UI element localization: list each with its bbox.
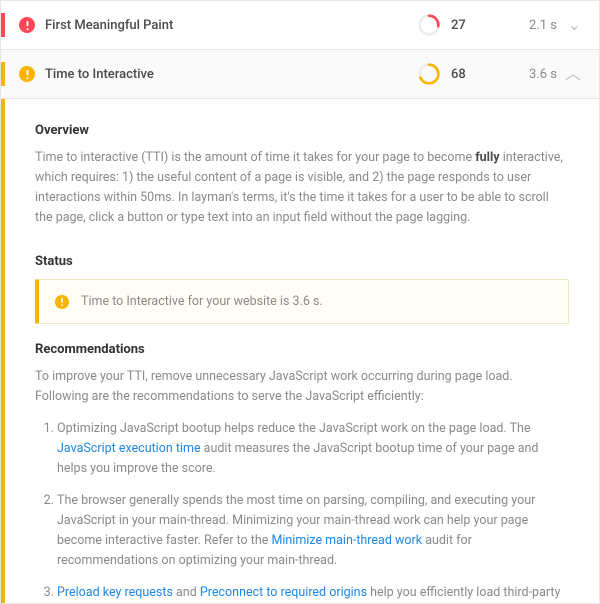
link-preload-key-requests[interactable]: Preload key requests [57, 585, 173, 600]
metric-title: Time to Interactive [45, 67, 417, 82]
severity-stripe [1, 13, 5, 37]
metric-time: 3.6 s [487, 67, 557, 82]
metric-time: 2.1 s [487, 18, 557, 33]
metric-score: 68 [451, 67, 487, 82]
warning-icon [55, 295, 69, 309]
recommendation-item: The browser generally spends the most ti… [57, 491, 569, 571]
metric-row-tti[interactable]: Time to Interactive 68 3.6 s ︿ [1, 50, 599, 99]
recommendations-intro: To improve your TTI, remove unnecessary … [35, 367, 569, 407]
metric-row-fmp[interactable]: First Meaningful Paint 27 2.1 s ⌄ [1, 1, 599, 50]
status-text: Time to Interactive for your website is … [81, 294, 323, 309]
metric-score: 27 [451, 18, 487, 33]
severity-stripe [1, 62, 5, 86]
overview-heading: Overview [35, 123, 569, 138]
link-minimize-main-thread[interactable]: Minimize main-thread work [271, 533, 422, 548]
status-callout: Time to Interactive for your website is … [35, 279, 569, 324]
alert-icon [19, 17, 35, 33]
link-js-execution-time[interactable]: JavaScript execution time [57, 441, 201, 456]
metric-title: First Meaningful Paint [45, 18, 417, 33]
chevron-up-icon[interactable]: ︿ [557, 66, 581, 82]
metric-detail-tti: Overview Time to interactive (TTI) is th… [1, 99, 599, 604]
audit-panel: First Meaningful Paint 27 2.1 s ⌄ Time t… [0, 0, 600, 604]
recommendations-list: Optimizing JavaScript bootup helps reduc… [39, 419, 569, 604]
status-heading: Status [35, 254, 569, 269]
recommendation-item: Optimizing JavaScript bootup helps reduc… [57, 419, 569, 479]
recommendations-heading: Recommendations [35, 342, 569, 357]
score-gauge [417, 13, 441, 37]
warning-icon [19, 66, 35, 82]
chevron-down-icon[interactable]: ⌄ [557, 17, 581, 33]
link-preconnect-origins[interactable]: Preconnect to required origins [200, 585, 367, 600]
overview-text: Time to interactive (TTI) is the amount … [35, 148, 569, 228]
recommendation-item: Preload key requests and Preconnect to r… [57, 583, 569, 604]
score-gauge [417, 62, 441, 86]
